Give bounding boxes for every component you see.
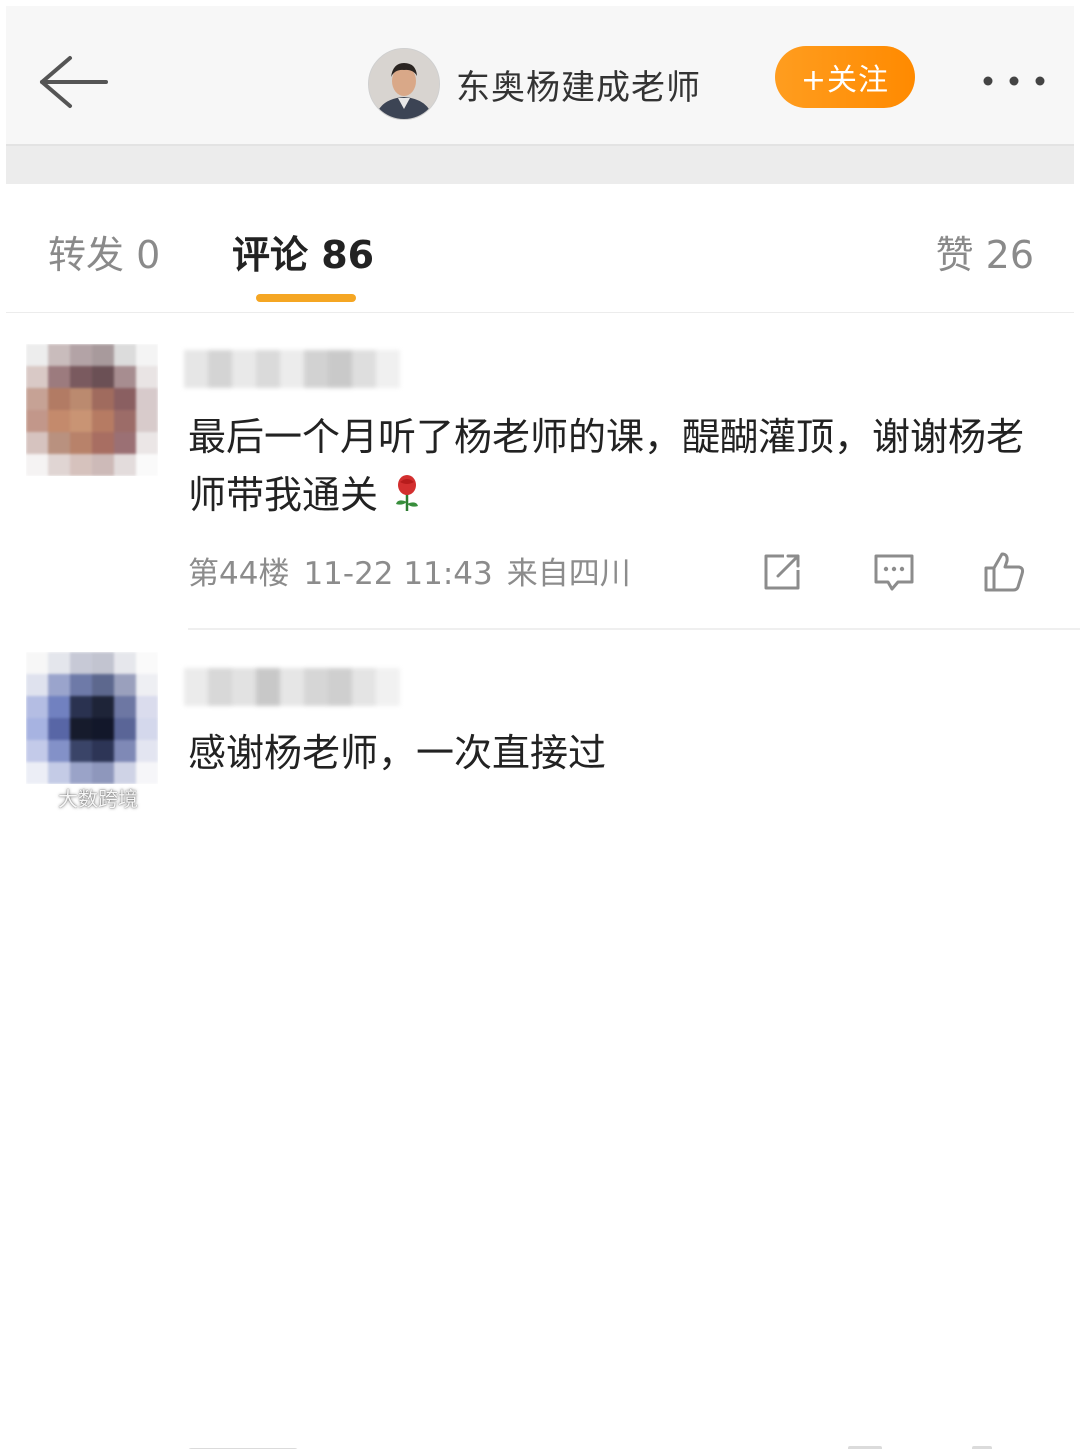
commenter-avatar-blurred[interactable] (26, 652, 158, 784)
author-info[interactable]: 东奥杨建成老师 (368, 44, 701, 124)
back-arrow-icon[interactable] (34, 50, 114, 114)
top-navigation-bar: 东奥杨建成老师 +关注 (6, 6, 1074, 144)
commenter-name-blurred[interactable] (184, 668, 400, 706)
rose-icon (396, 475, 419, 511)
follow-button[interactable]: +关注 (775, 46, 915, 108)
tab-likes[interactable]: 赞 26 (936, 224, 1034, 279)
comment-item: 感谢杨老师，一次直接过 (0, 632, 1080, 1449)
comment-body: 最后一个月听了杨老师的课，醍醐灌顶，谢谢杨老师带我通关 (188, 415, 1025, 517)
tab-repost[interactable]: 转发 0 (48, 224, 160, 279)
comment-meta: 第44楼 11-22 11:43 来自四川 (188, 548, 645, 593)
comment-item: 最后一个月听了杨老师的课，醍醐灌顶，谢谢杨老师带我通关 第44楼 11-22 11… (0, 318, 1080, 630)
tab-comments[interactable]: 评论 86 (232, 224, 374, 279)
section-separator (6, 144, 1074, 186)
interaction-tabs: 转发 0 评论 86 赞 26 (6, 184, 1074, 313)
floor-number: 第44楼 (188, 556, 290, 592)
comment-text: 最后一个月听了杨老师的课，醍醐灌顶，谢谢杨老师带我通关 (188, 408, 1048, 524)
author-avatar[interactable] (368, 48, 440, 120)
comment-text: 感谢杨老师，一次直接过 (188, 724, 1048, 782)
commenter-name-blurred[interactable] (184, 350, 400, 388)
comment-body: 感谢杨老师，一次直接过 (188, 731, 607, 775)
share-icon[interactable] (758, 548, 806, 596)
like-icon[interactable] (980, 548, 1028, 596)
watermark: 大数跨境 (8, 780, 138, 814)
reply-icon[interactable] (870, 548, 918, 596)
more-options-icon[interactable] (978, 66, 1050, 96)
comment-timestamp: 11-22 11:43 (303, 556, 493, 592)
weibo-logo-icon (10, 784, 54, 809)
author-name[interactable]: 东奥杨建成老师 (456, 60, 701, 109)
active-tab-indicator (256, 294, 356, 302)
watermark-text: 大数跨境 (58, 786, 138, 811)
comment-divider (188, 628, 1080, 630)
commenter-avatar-blurred[interactable] (26, 344, 158, 476)
next-meta-row-partial (188, 1440, 1048, 1449)
comment-location: 来自四川 (506, 556, 631, 592)
